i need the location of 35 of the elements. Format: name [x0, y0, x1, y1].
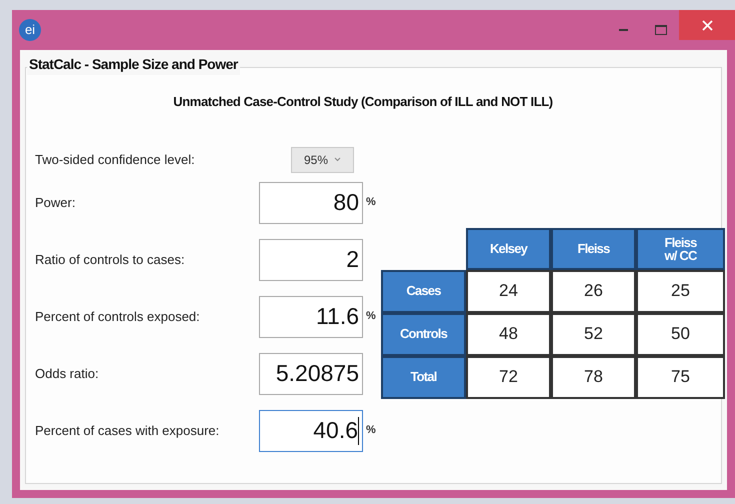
input-field[interactable]: 2 [259, 238, 363, 280]
column-header: Kelsey [466, 228, 551, 270]
close-icon [702, 20, 712, 30]
input-field[interactable]: 5.20875 [259, 352, 363, 394]
table-cell: 24 [466, 270, 551, 312]
field-label: Percent of cases with exposure: [35, 422, 220, 440]
table-cell: 26 [551, 270, 636, 312]
field-label: Two-sided confidence level: [35, 150, 196, 169]
close-button[interactable] [679, 10, 735, 40]
input-field[interactable]: 80 [259, 182, 363, 224]
field-label: Power: [35, 194, 76, 212]
table-cell: 72 [466, 356, 551, 398]
table-cell: 48 [466, 312, 551, 356]
unit-label: % [365, 309, 377, 324]
app-logo: ei [19, 19, 41, 41]
study-heading: Unmatched Case-Control Study (Comparison of ILL and NOT ILL) [173, 93, 553, 111]
column-header: Fleiss [551, 228, 636, 270]
input-field[interactable]: 11.6 [259, 296, 363, 338]
field-label: Percent of controls exposed: [35, 308, 201, 326]
row-header: Cases [381, 270, 466, 312]
table-cell: 52 [551, 312, 636, 356]
confidence-dropdown[interactable]: 95% [291, 146, 354, 172]
unit-label: % [365, 423, 377, 438]
row-header: Controls [381, 312, 466, 356]
table-cell: 78 [551, 356, 636, 398]
table-cell: 50 [636, 312, 725, 356]
row-header: Total [381, 356, 466, 398]
chevron-icon [334, 157, 342, 162]
field-label: Odds ratio: [35, 364, 100, 383]
table-cell: 25 [636, 270, 725, 312]
field-label: Ratio of controls to cases: [35, 250, 186, 269]
column-header: Fleiss w/ CC [636, 228, 725, 270]
unit-label: % [365, 195, 377, 210]
table-cell: 75 [636, 356, 725, 398]
input-field[interactable]: 40.6 [259, 410, 363, 452]
